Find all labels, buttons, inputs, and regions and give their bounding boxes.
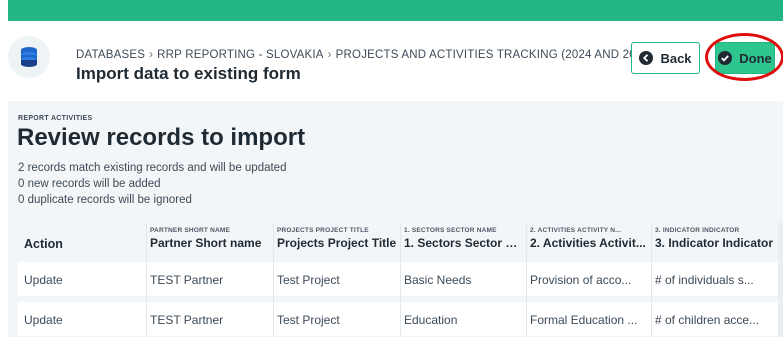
table-overflow-edge	[778, 223, 783, 337]
table-cell: Provision of acco...	[530, 273, 632, 287]
table-cell: Education	[404, 313, 458, 327]
back-button[interactable]: Back	[631, 42, 700, 74]
breadcrumb: DATABASES › RRP REPORTING - SLOVAKIA › PROJE…	[76, 49, 665, 61]
section-title: Review records to import	[17, 124, 306, 151]
table-cell: Formal Education ...	[530, 313, 638, 327]
done-button-label: Done	[739, 50, 772, 66]
summary-updated: 2 records match existing records and wil…	[18, 162, 287, 174]
table-cell: TEST Partner	[150, 313, 224, 327]
database-icon-badge	[8, 36, 50, 78]
column-divider	[273, 223, 274, 337]
back-arrow-icon	[639, 51, 654, 65]
column-header-project[interactable]: Projects Project Title	[277, 236, 399, 250]
chevron-right-icon: ›	[149, 49, 154, 61]
database-icon	[21, 47, 37, 67]
column-divider	[400, 223, 401, 337]
column-subheader-activity: 2. ACTIVITIES ACTIVITY N...	[530, 227, 622, 234]
table-cell: Test Project	[277, 273, 340, 287]
column-divider	[526, 223, 527, 337]
breadcrumb-rrp-reporting[interactable]: RRP REPORTING - SLOVAKIA	[157, 49, 323, 61]
chevron-right-icon: ›	[327, 49, 332, 61]
checkmark-icon	[718, 51, 733, 65]
summary-new: 0 new records will be added	[18, 178, 161, 190]
section-kicker: REPORT ACTIVITIES	[18, 115, 93, 122]
table-cell: Test Project	[277, 313, 340, 327]
table-cell: # of children acce...	[655, 313, 760, 327]
page-title: Import data to existing form	[76, 64, 301, 83]
column-header-activity[interactable]: 2. Activities Activit...	[530, 236, 648, 250]
column-header-action: Action	[24, 237, 63, 251]
column-subheader-sector: 1. SECTORS SECTOR NAME	[404, 227, 497, 234]
column-subheader-partner: PARTNER SHORT NAME	[150, 227, 231, 234]
back-button-label: Back	[660, 50, 692, 66]
row-action: Update	[24, 273, 63, 287]
table-cell: Basic Needs	[404, 273, 472, 287]
column-header-sector[interactable]: 1. Sectors Sector N...	[404, 236, 522, 250]
column-subheader-project: PROJECTS PROJECT TITLE	[277, 227, 369, 234]
column-divider	[651, 223, 652, 337]
breadcrumb-projects-activities[interactable]: PROJECTS AND ACTIVITIES TRACKING (2024 A…	[336, 49, 653, 61]
row-action: Update	[24, 313, 63, 327]
top-accent-bar	[8, 0, 783, 21]
column-header-indicator[interactable]: 3. Indicator Indicator	[655, 236, 777, 250]
done-button[interactable]: Done	[715, 42, 775, 74]
breadcrumb-databases[interactable]: DATABASES	[76, 49, 145, 61]
table-cell: TEST Partner	[150, 273, 224, 287]
summary-duplicates: 0 duplicate records will be ignored	[18, 194, 192, 206]
table-cell: # of individuals s...	[655, 273, 754, 287]
column-header-partner[interactable]: Partner Short name	[150, 236, 270, 250]
column-divider	[146, 223, 147, 337]
column-subheader-indicator: 3. INDICATOR INDICATOR	[655, 227, 740, 234]
